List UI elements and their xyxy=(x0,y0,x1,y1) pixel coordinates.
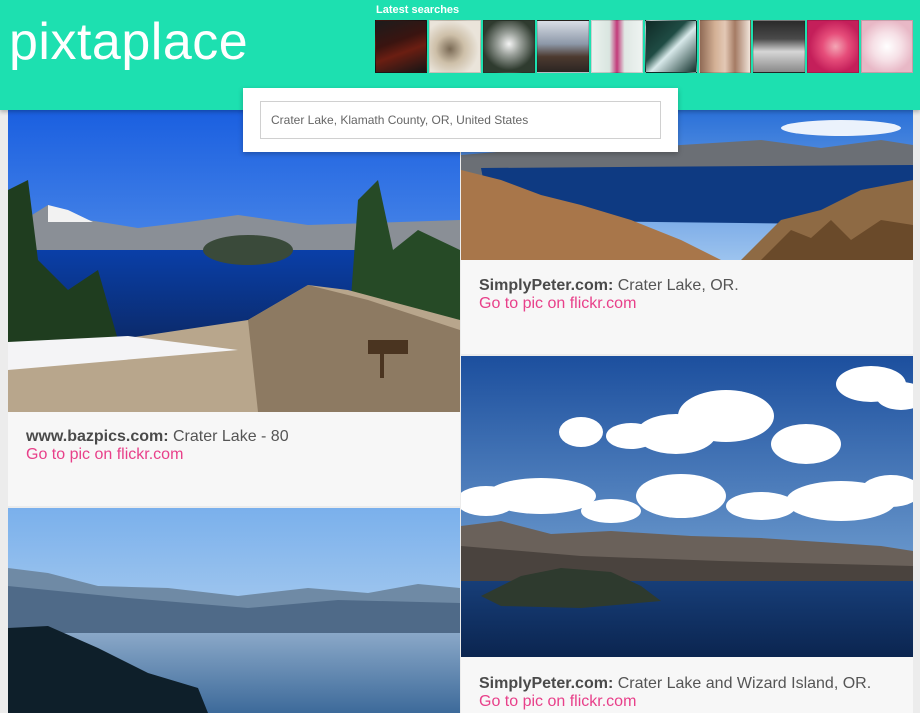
yoga-pose-thumbnail[interactable] xyxy=(699,20,751,73)
pink-nails-thumbnail[interactable] xyxy=(807,20,859,73)
trophy-thumbnail[interactable] xyxy=(483,20,535,73)
flickr-link[interactable]: Go to pic on flickr.com xyxy=(479,295,636,313)
gymnastics-arena-thumbnail[interactable] xyxy=(645,20,697,73)
stage-room-thumbnail[interactable] xyxy=(753,20,805,73)
result-title: Crater Lake - 80 xyxy=(168,428,289,445)
person-standing-thumbnail[interactable] xyxy=(591,20,643,73)
result-caption: SimplyPeter.com: Crater Lake, OR. xyxy=(479,277,739,295)
result-caption: www.bazpics.com: Crater Lake - 80 xyxy=(26,428,289,446)
latest-searches-label: Latest searches xyxy=(376,4,460,16)
result-source: www.bazpics.com: xyxy=(26,428,169,445)
result-card: www.bazpics.com: Crater Lake - 80 Go to … xyxy=(8,110,460,506)
result-caption: SimplyPeter.com: Crater Lake and Wizard … xyxy=(479,675,871,693)
city-square-thumbnail[interactable] xyxy=(537,20,589,73)
book-cover-thumbnail[interactable] xyxy=(375,20,427,73)
search-panel xyxy=(243,88,678,152)
search-input[interactable] xyxy=(260,101,661,139)
result-source: SimplyPeter.com: xyxy=(479,277,614,294)
nail-art-thumbnail[interactable] xyxy=(861,20,913,73)
app-logo[interactable]: pixtaplace xyxy=(9,12,248,72)
crater-lake-misty-photo[interactable] xyxy=(8,508,460,713)
result-card: SimplyPeter.com: Crater Lake and Wizard … xyxy=(461,356,913,713)
result-title: Crater Lake and Wizard Island, OR. xyxy=(613,675,872,692)
result-source: SimplyPeter.com: xyxy=(479,675,614,692)
crater-lake-trail-photo[interactable] xyxy=(8,110,460,412)
result-title: Crater Lake, OR. xyxy=(613,277,739,294)
latest-searches-strip xyxy=(375,20,913,73)
result-card xyxy=(8,508,460,713)
wizard-island-clouds-photo[interactable] xyxy=(461,356,913,657)
flickr-link[interactable]: Go to pic on flickr.com xyxy=(26,446,183,464)
charm-bracelet-thumbnail[interactable] xyxy=(429,20,481,73)
flickr-link[interactable]: Go to pic on flickr.com xyxy=(479,693,636,711)
